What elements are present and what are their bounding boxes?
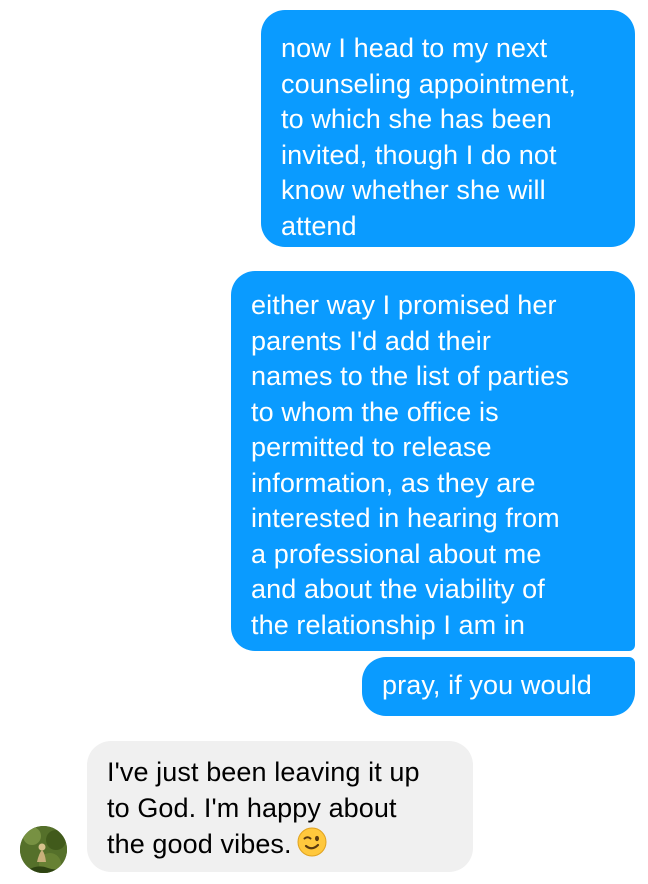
outgoing-message-bubble[interactable]: pray, if you would bbox=[362, 657, 635, 716]
outgoing-message-bubble[interactable]: now I head to my next counseling appoint… bbox=[261, 10, 635, 247]
message-thread: now I head to my next counseling appoint… bbox=[0, 0, 648, 884]
winking-face-emoji-icon bbox=[296, 826, 328, 858]
incoming-message-text: I've just been leaving it up to God. I'm… bbox=[107, 757, 420, 859]
avatar-photo-icon bbox=[20, 826, 67, 873]
contact-avatar[interactable] bbox=[20, 826, 67, 873]
outgoing-message-bubble[interactable]: either way I promised her parents I'd ad… bbox=[231, 271, 635, 651]
incoming-message-bubble[interactable]: I've just been leaving it up to God. I'm… bbox=[87, 741, 473, 872]
